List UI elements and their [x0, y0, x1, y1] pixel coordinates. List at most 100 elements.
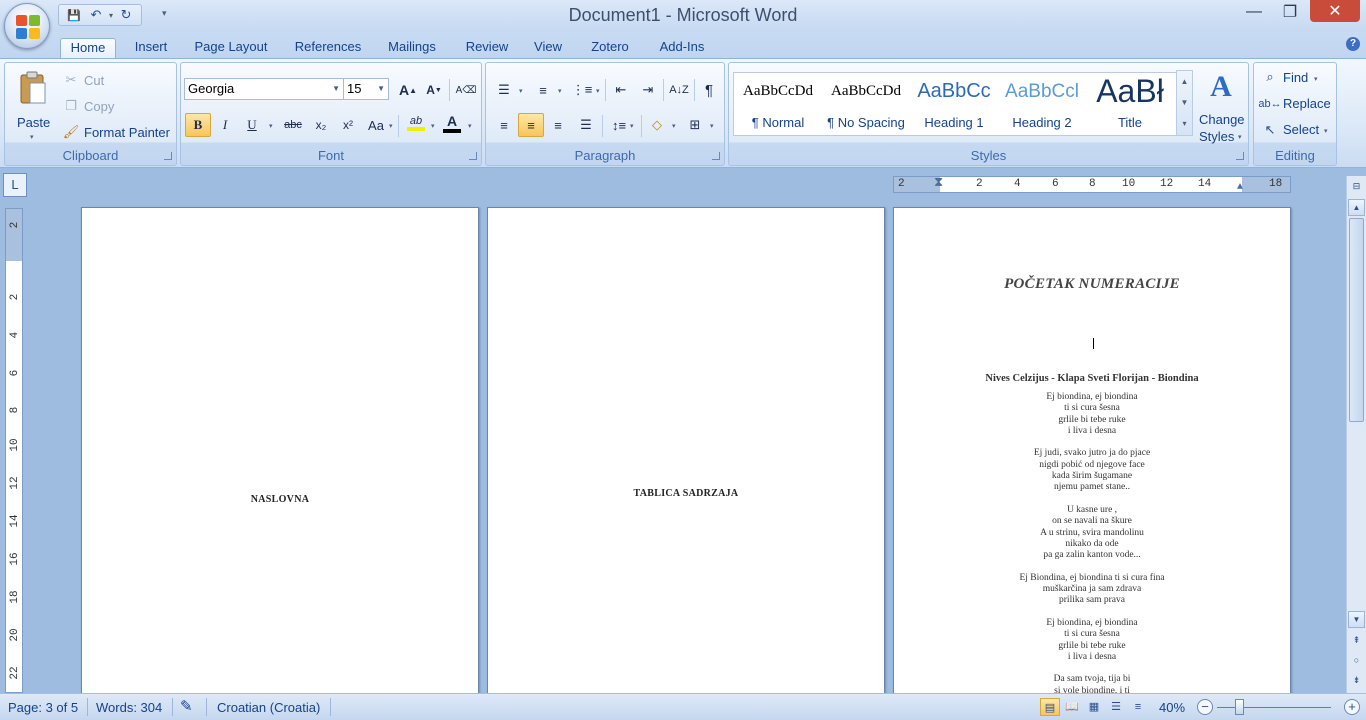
- vertical-scrollbar[interactable]: ⊟ ▲ ▼ ⇞ ○ ⇟: [1346, 176, 1366, 693]
- tab-insert[interactable]: Insert: [126, 38, 176, 60]
- underline-dropdown-icon[interactable]: ▾: [269, 122, 273, 130]
- tab-view[interactable]: View: [528, 38, 568, 60]
- subscript-button[interactable]: x₂: [308, 113, 334, 137]
- font-color-dropdown-icon[interactable]: ▾: [468, 122, 472, 130]
- paragraph-launcher-icon[interactable]: [712, 152, 720, 160]
- previous-page-icon[interactable]: ⇞: [1348, 632, 1365, 649]
- find-button[interactable]: Find: [1283, 70, 1308, 85]
- grow-font-button[interactable]: A ▲: [395, 78, 421, 102]
- help-icon[interactable]: ?: [1346, 37, 1360, 51]
- style-title[interactable]: AaBł Title: [1088, 73, 1172, 133]
- line-spacing-icon[interactable]: ↕≡: [606, 113, 632, 137]
- font-color-button[interactable]: A: [439, 111, 465, 135]
- zoom-out-button[interactable]: −: [1197, 699, 1213, 715]
- paste-dropdown-icon[interactable]: ▾: [30, 133, 34, 141]
- numbering-dropdown-icon[interactable]: ▾: [558, 87, 562, 95]
- vertical-ruler[interactable]: 2 2 4 6 8 10 12 14 16 18 20 22: [5, 208, 23, 693]
- browse-object-icon[interactable]: ○: [1348, 652, 1365, 669]
- strikethrough-button[interactable]: abc: [280, 113, 306, 137]
- style-normal[interactable]: AaBbCcDd ¶ Normal: [736, 75, 820, 133]
- numbering-icon[interactable]: ≡: [530, 78, 556, 102]
- scroll-thumb[interactable]: [1349, 218, 1364, 422]
- style-heading-2[interactable]: AaBbCcl Heading 2: [1000, 75, 1084, 133]
- multilevel-dropdown-icon[interactable]: ▾: [596, 87, 600, 95]
- tab-review[interactable]: Review: [458, 38, 516, 60]
- print-layout-view-icon[interactable]: ▤: [1040, 698, 1060, 716]
- gallery-down-icon[interactable]: ▼: [1177, 92, 1192, 113]
- change-case-button[interactable]: Aa: [363, 113, 389, 137]
- tab-selector-button[interactable]: L: [3, 173, 27, 197]
- first-line-indent-marker-icon[interactable]: ⧗: [934, 175, 943, 190]
- web-layout-icon[interactable]: ▦: [1084, 698, 1104, 716]
- language-status[interactable]: Croatian (Croatia): [217, 700, 320, 715]
- cut-button[interactable]: Cut: [84, 73, 104, 88]
- increase-indent-icon[interactable]: ⇥: [635, 78, 661, 102]
- highlight-button[interactable]: ab: [403, 111, 429, 135]
- scroll-down-button[interactable]: ▼: [1348, 611, 1365, 628]
- line-spacing-dropdown-icon[interactable]: ▾: [630, 122, 634, 130]
- show-formatting-marks-icon[interactable]: ¶: [696, 78, 722, 102]
- style-no-spacing[interactable]: AaBbCcDd ¶ No Spacing: [824, 75, 908, 133]
- change-styles-label-2[interactable]: Styles: [1199, 129, 1234, 144]
- justify-icon[interactable]: ☰: [573, 113, 599, 137]
- clipboard-launcher-icon[interactable]: [164, 152, 172, 160]
- view-ruler-icon[interactable]: ⊟: [1348, 178, 1365, 195]
- page-count[interactable]: Page: 3 of 5: [8, 700, 78, 715]
- shrink-font-button[interactable]: A ▼: [421, 78, 447, 102]
- replace-button[interactable]: Replace: [1283, 96, 1331, 111]
- gallery-up-icon[interactable]: ▲: [1177, 71, 1192, 92]
- change-case-dropdown-icon[interactable]: ▾: [389, 122, 393, 130]
- copy-button[interactable]: Copy: [84, 99, 114, 114]
- shading-icon[interactable]: ◇: [644, 113, 670, 137]
- change-styles-label-1[interactable]: Change: [1199, 112, 1245, 127]
- align-right-icon[interactable]: ≡: [545, 113, 571, 137]
- clear-formatting-icon[interactable]: A⌫: [453, 78, 479, 102]
- font-size-combo[interactable]: 15 ▼: [343, 78, 389, 100]
- tab-mailings[interactable]: Mailings: [380, 38, 444, 60]
- decrease-indent-icon[interactable]: ⇤: [608, 78, 634, 102]
- tab-references[interactable]: References: [286, 38, 370, 60]
- zoom-slider-thumb[interactable]: [1234, 699, 1244, 715]
- italic-button[interactable]: I: [212, 113, 238, 137]
- align-left-icon[interactable]: ≡: [491, 113, 517, 137]
- page-1[interactable]: NASLOVNA: [81, 207, 479, 693]
- maximize-button[interactable]: ❐: [1276, 0, 1304, 24]
- style-heading-1[interactable]: AaBbCc Heading 1: [912, 75, 996, 133]
- zoom-level[interactable]: 40%: [1159, 700, 1185, 715]
- minimize-button[interactable]: —: [1240, 0, 1268, 24]
- change-styles-dropdown-icon[interactable]: ▾: [1238, 133, 1242, 141]
- shading-dropdown-icon[interactable]: ▾: [672, 122, 676, 130]
- full-screen-reading-icon[interactable]: 📖: [1062, 698, 1082, 716]
- tab-add-ins[interactable]: Add-Ins: [652, 38, 712, 60]
- tab-home[interactable]: Home: [60, 38, 116, 60]
- word-count[interactable]: Words: 304: [96, 700, 162, 715]
- page-2[interactable]: TABLICA SADRZAJA: [487, 207, 885, 693]
- font-launcher-icon[interactable]: [469, 152, 477, 160]
- font-name-combo[interactable]: Georgia ▼: [184, 78, 344, 100]
- horizontal-ruler[interactable]: 2 2 4 6 8 10 12 14 18 ⧗ ▲: [893, 175, 1291, 193]
- borders-icon[interactable]: ⊞: [682, 113, 708, 137]
- paste-button[interactable]: Paste: [17, 115, 50, 130]
- page-3[interactable]: POČETAK NUMERACIJE Nives Celzijus - Klap…: [893, 207, 1291, 693]
- tab-zotero[interactable]: Zotero: [584, 38, 636, 60]
- select-dropdown-icon[interactable]: ▾: [1324, 127, 1328, 135]
- outline-view-icon[interactable]: ☰: [1106, 698, 1126, 716]
- align-center-icon[interactable]: ≡: [518, 113, 544, 137]
- tab-page-layout[interactable]: Page Layout: [186, 38, 276, 60]
- bullets-dropdown-icon[interactable]: ▾: [519, 87, 523, 95]
- highlight-dropdown-icon[interactable]: ▾: [431, 122, 435, 130]
- format-painter-button[interactable]: Format Painter: [84, 125, 170, 140]
- borders-dropdown-icon[interactable]: ▾: [710, 122, 714, 130]
- close-button[interactable]: ✕: [1310, 0, 1360, 22]
- gallery-more-icon[interactable]: ▾: [1177, 113, 1192, 134]
- select-button[interactable]: Select: [1283, 122, 1319, 137]
- office-button[interactable]: [4, 3, 50, 49]
- paste-icon[interactable]: [15, 69, 51, 109]
- find-dropdown-icon[interactable]: ▾: [1314, 75, 1318, 83]
- bullets-icon[interactable]: ☰: [491, 78, 517, 102]
- sort-icon[interactable]: A↓Z: [666, 78, 692, 102]
- draft-view-icon[interactable]: ≡: [1128, 698, 1148, 716]
- proofing-icon[interactable]: ✎: [180, 697, 193, 715]
- zoom-in-button[interactable]: +: [1344, 699, 1360, 715]
- scroll-up-button[interactable]: ▲: [1348, 199, 1365, 216]
